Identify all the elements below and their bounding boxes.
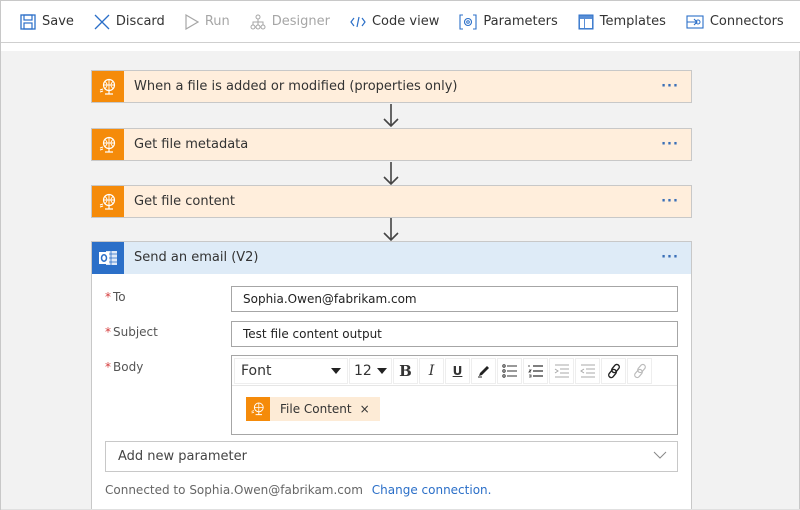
ftp-globe-icon [92,71,124,102]
hierarchy-icon [250,14,266,29]
subject-label-text: Subject [113,325,158,339]
required-mark: * [105,325,111,339]
to-input[interactable]: Sophia.Owen@fabrikam.com [231,286,678,312]
italic-button[interactable]: I [419,357,444,384]
toolbar: Save Discard Run Designer Code view Para… [1,1,800,43]
to-value: Sophia.Owen@fabrikam.com [243,292,417,306]
indent-icon [554,364,569,377]
outdent-icon [579,364,595,377]
designer-window: Save Discard Run Designer Code view Para… [0,0,800,510]
templates-label: Templates [599,14,666,29]
more-options-button[interactable]: ··· [655,194,685,209]
close-icon [94,14,110,29]
parameters-button[interactable]: Parameters [459,13,558,30]
connectors-icon [686,14,704,29]
code-view-button[interactable]: Code view [350,14,439,29]
numbered-list-button[interactable] [523,357,548,384]
connected-to-label: Connected to [105,483,186,497]
step-title: Get file metadata [134,137,249,152]
step-title: Send an email (V2) [134,250,259,265]
to-label: * To [105,290,126,304]
underline-button[interactable]: U [445,357,470,384]
flow-arrow-icon [383,104,399,128]
body-editor[interactable]: Font 12 B I U File Content × [231,355,678,435]
caret-down-icon [331,367,341,374]
body-label-text: Body [113,360,144,374]
subject-value: Test file content output [243,327,382,341]
remove-link-button[interactable] [627,357,652,384]
bold-icon: B [399,361,412,380]
connectors-label: Connectors [709,14,784,29]
more-options-button[interactable]: ··· [655,250,685,265]
editor-toolbar: Font 12 B I U [232,356,677,386]
file-content-token[interactable]: File Content × [246,397,380,421]
numbered-list-icon [527,364,543,377]
underline-icon: U [452,363,463,378]
required-mark: * [105,360,111,374]
to-label-text: To [113,290,126,304]
subject-input[interactable]: Test file content output [231,321,678,347]
code-view-label: Code view [371,14,440,29]
connection-info: Connected to Sophia.Owen@fabrikam.com Ch… [105,483,491,497]
bulleted-list-button[interactable] [497,357,522,384]
step-title: Get file content [134,194,236,209]
font-size-select[interactable]: 12 [349,357,392,384]
outlook-icon [92,241,124,274]
subject-label: * Subject [105,325,158,339]
get-file-metadata-card[interactable]: Get file metadata ··· [91,128,692,161]
ftp-globe-icon [92,186,124,217]
font-size-value: 12 [354,362,372,379]
run-label: Run [204,14,230,29]
designer-button[interactable]: Designer [250,14,330,30]
chevron-down-icon [653,451,667,459]
flow-arrow-icon [383,218,399,242]
send-email-header[interactable]: Send an email (V2) ··· [92,241,691,274]
change-connection-link[interactable]: Change connection. [372,483,492,497]
ftp-globe-icon [92,129,124,160]
token-label: File Content [280,402,352,416]
more-options-button[interactable]: ··· [655,137,685,152]
remove-token-button[interactable]: × [360,402,370,416]
bold-button[interactable]: B [393,357,418,384]
parameters-label: Parameters [483,14,558,29]
body-label: * Body [105,360,143,374]
toolbar-spacer [1,43,800,51]
step-title: When a file is added or modified (proper… [134,79,458,94]
font-select[interactable]: Font [234,357,348,384]
link-icon [607,363,620,378]
run-button[interactable]: Run [185,13,230,30]
parameters-icon [459,13,477,30]
discard-button[interactable]: Discard [94,14,165,30]
templates-icon [578,14,594,29]
decrease-indent-button[interactable] [549,357,574,384]
trigger-step-card[interactable]: When a file is added or modified (proper… [91,70,692,103]
save-label: Save [42,14,74,29]
more-options-button[interactable]: ··· [655,79,685,94]
pen-icon [477,365,489,377]
caret-down-icon [377,367,387,374]
flow-arrow-icon [383,162,399,186]
italic-icon: I [428,362,435,379]
ftp-globe-icon [246,397,270,421]
designer-label: Designer [271,14,330,29]
required-mark: * [105,290,111,304]
add-new-parameter-dropdown[interactable]: Add new parameter [105,441,678,472]
templates-button[interactable]: Templates [578,14,666,30]
connected-account: Sophia.Owen@fabrikam.com [189,483,363,497]
save-icon [20,13,36,30]
code-icon [350,16,366,27]
font-value: Font [241,362,272,379]
get-file-content-card[interactable]: Get file content ··· [91,185,692,218]
increase-indent-button[interactable] [575,357,600,384]
bulleted-list-icon [501,363,517,378]
send-email-card: Send an email (V2) ··· * To Sophia.Owen@f… [91,241,692,510]
save-button[interactable]: Save [20,13,74,30]
add-parameter-label: Add new parameter [118,449,247,464]
unlink-icon [633,363,646,378]
connectors-button[interactable]: Connectors [686,14,784,29]
font-color-button[interactable] [471,357,496,384]
play-icon [185,13,199,30]
insert-link-button[interactable] [601,357,626,384]
discard-label: Discard [115,14,165,29]
